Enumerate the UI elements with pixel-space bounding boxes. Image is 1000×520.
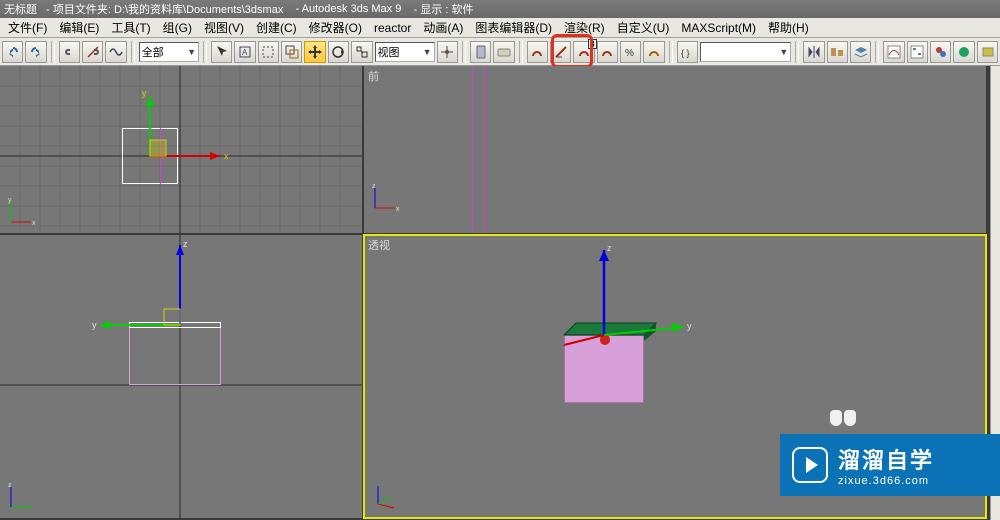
svg-text:z: z [8, 482, 12, 489]
menu-graph[interactable]: 图表编辑器(D) [469, 17, 558, 38]
axis-tripod-left: z [6, 482, 36, 512]
viewport-front[interactable]: 前 xz [364, 66, 986, 233]
select-manipulate-button[interactable] [470, 41, 491, 63]
unlink-button[interactable] [82, 41, 103, 63]
select-region-button[interactable] [258, 41, 279, 63]
svg-text:z: z [183, 239, 188, 249]
align-button[interactable] [827, 41, 848, 63]
snap-angle-button[interactable] [550, 41, 571, 63]
undo-button[interactable] [2, 41, 23, 63]
window-crossing-button[interactable] [281, 41, 302, 63]
menu-help[interactable]: 帮助(H) [762, 17, 815, 38]
material-editor-button[interactable] [930, 41, 951, 63]
move-gizmo-top[interactable]: x y [150, 96, 250, 176]
bind-spacewarp-button[interactable] [105, 41, 126, 63]
toolbar-separator [875, 41, 879, 63]
svg-text:A: A [242, 48, 248, 57]
spinner-snap-button[interactable]: % [620, 41, 641, 63]
render-scene-button[interactable] [953, 41, 974, 63]
named-sel-combo[interactable]: ▼ [700, 42, 791, 62]
menu-render[interactable]: 渲染(R) [558, 17, 611, 38]
menu-edit[interactable]: 编辑(E) [53, 17, 105, 38]
svg-text:y: y [92, 320, 97, 330]
mirror-button[interactable] [803, 41, 824, 63]
viewport-left[interactable]: z y z [0, 235, 362, 518]
title-app: - Autodesk 3ds Max 9 [296, 3, 402, 15]
svg-text:x: x [396, 206, 400, 213]
curve-editor-button[interactable] [883, 41, 904, 63]
snap-3d-badge: 3 [588, 39, 597, 49]
snap-2d-button[interactable] [527, 41, 548, 63]
named-sel-sets-button[interactable]: { } [677, 41, 698, 63]
selection-filter-combo[interactable]: 全部▼ [139, 42, 199, 62]
svg-text:z: z [607, 243, 612, 253]
toolbar-separator [462, 41, 466, 63]
svg-text:x: x [224, 151, 229, 161]
toolbar-separator [519, 41, 523, 63]
menu-group[interactable]: 组(G) [157, 17, 198, 38]
select-and-rotate-button[interactable] [328, 41, 349, 63]
object-edge-front [472, 66, 473, 233]
watermark-banner: 溜溜自学 zixue.3d66.com [780, 434, 1000, 496]
snap-percent-button[interactable] [597, 41, 618, 63]
menu-file[interactable]: 文件(F) [2, 17, 53, 38]
toolbar-separator [203, 41, 207, 63]
edit-named-sel-button[interactable] [643, 41, 664, 63]
pivot-center-button[interactable] [437, 41, 458, 63]
svg-text:x: x [32, 220, 36, 227]
toolbar-separator [51, 41, 55, 63]
menu-reactor[interactable]: reactor [368, 19, 417, 37]
menu-customize[interactable]: 自定义(U) [611, 17, 676, 38]
object-bounds-left [129, 327, 221, 385]
layer-manager-button[interactable] [850, 41, 871, 63]
svg-text:y: y [8, 197, 12, 204]
axis-tripod-persp [370, 482, 400, 512]
viewport-top[interactable]: x y xy [0, 66, 362, 233]
select-and-move-button[interactable] [304, 41, 325, 63]
select-and-scale-button[interactable] [351, 41, 372, 63]
menu-tools[interactable]: 工具(T) [105, 17, 156, 38]
menu-maxscript[interactable]: MAXScript(M) [675, 19, 762, 37]
quick-render-button[interactable] [977, 41, 998, 63]
play-icon [792, 447, 828, 483]
viewport-label-front: 前 [368, 68, 379, 84]
svg-text:z: z [372, 183, 376, 190]
viewcube-icon[interactable] [830, 410, 856, 426]
svg-text:{ }: { } [681, 48, 690, 58]
ref-coord-combo[interactable]: 视图▼ [375, 42, 435, 62]
menu-bar: 文件(F) 编辑(E) 工具(T) 组(G) 视图(V) 创建(C) 修改器(O… [0, 18, 1000, 38]
menu-views[interactable]: 视图(V) [198, 17, 250, 38]
toolbar-separator [669, 41, 673, 63]
svg-text:y: y [687, 321, 692, 331]
link-button[interactable] [59, 41, 80, 63]
toolbar-separator [795, 41, 799, 63]
title-project: - 项目文件夹: D:\我的资料库\Documents\3dsmax [46, 1, 283, 17]
watermark-brand: 溜溜自学 [838, 443, 934, 475]
menu-animation[interactable]: 动画(A) [417, 17, 469, 38]
menu-modifiers[interactable]: 修改器(O) [303, 17, 368, 38]
menu-create[interactable]: 创建(C) [250, 17, 303, 38]
title-display: - 显示 : 软件 [414, 1, 474, 17]
select-object-button[interactable] [211, 41, 232, 63]
title-bar: 无标题 - 项目文件夹: D:\我的资料库\Documents\3dsmax -… [0, 0, 1000, 18]
move-gizmo-persp[interactable]: z y [544, 245, 704, 345]
svg-text:y: y [142, 88, 147, 98]
main-toolbar: 全部▼ A 视图▼ 3 % { } ▼ [0, 38, 1000, 66]
viewport-label-persp: 透视 [368, 237, 390, 253]
select-by-name-button[interactable]: A [234, 41, 255, 63]
redo-button[interactable] [25, 41, 46, 63]
watermark-domain: zixue.3d66.com [838, 475, 934, 487]
title-untitled: 无标题 [4, 1, 37, 17]
axis-tripod-top: xy [6, 197, 36, 227]
axis-tripod-front: xz [370, 183, 400, 213]
snap-3d-button[interactable]: 3 [573, 41, 594, 63]
move-gizmo-left[interactable]: z y [90, 245, 210, 335]
toolbar-separator [131, 41, 135, 63]
keyboard-shortcut-override-button[interactable] [493, 41, 514, 63]
object-box-body[interactable] [564, 335, 644, 403]
svg-text:%: % [625, 48, 634, 59]
object-edge-front [484, 66, 485, 233]
schematic-view-button[interactable] [907, 41, 928, 63]
